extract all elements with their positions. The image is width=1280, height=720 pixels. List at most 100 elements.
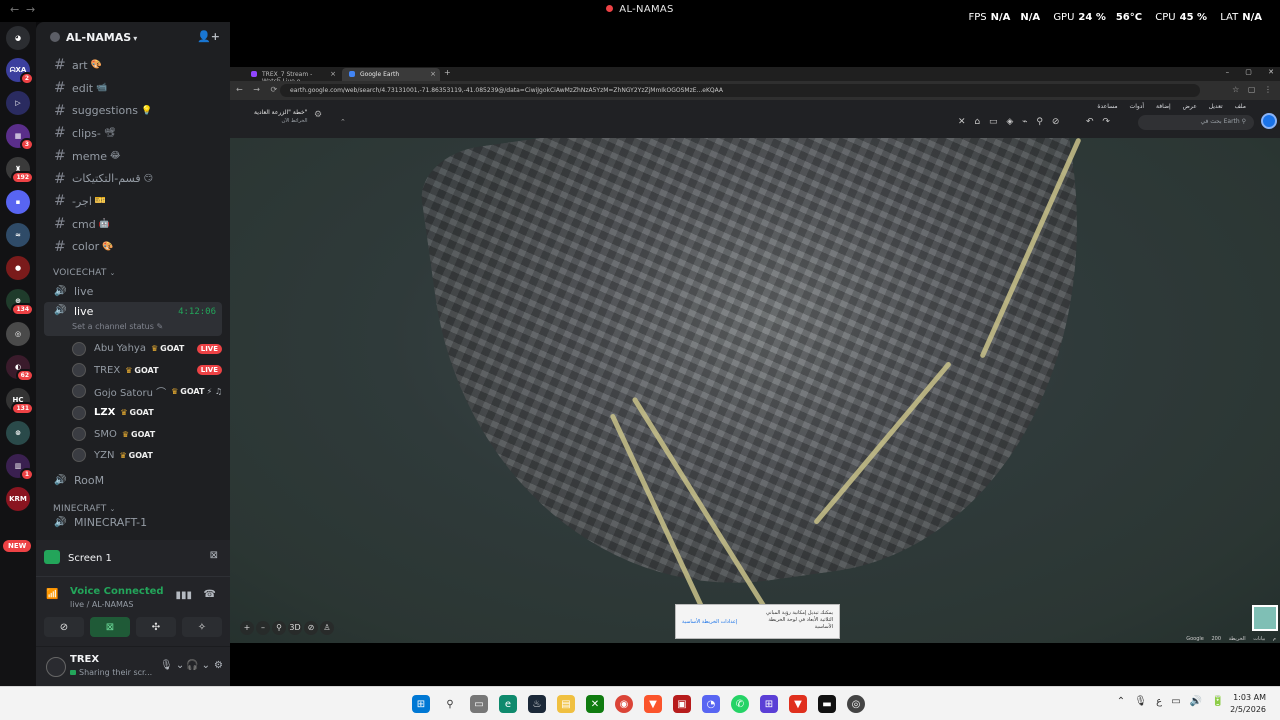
earth-menu-item[interactable]: إضافة [1156,103,1171,110]
text-channel[interactable]: # suggestions 💡 [44,99,222,122]
voice-channel-minecraft[interactable]: 🔊 MINECRAFT-1 [44,516,222,530]
server-icon[interactable]: ≈ [6,223,30,247]
language-indicator[interactable]: ع [1156,696,1162,707]
map-style-thumbnail[interactable] [1252,605,1278,631]
browser-toolbar-icons[interactable]: ☆ ▢ ⋮ [1232,85,1272,94]
voice-member[interactable]: LZX GOAT [72,402,230,423]
taskview-icon[interactable]: ▭ [470,695,488,713]
activities-button[interactable]: ✣ [136,617,176,637]
chrome-icon[interactable]: ◉ [615,695,633,713]
earth-menu-item[interactable]: ملف [1235,103,1246,110]
avatar[interactable] [1261,113,1277,129]
grid-app-icon[interactable]: ⊞ [760,695,778,713]
voice-member[interactable]: TREX GOAT LIVE [72,359,230,380]
voice-connected-label[interactable]: Voice Connected [70,586,164,597]
channel-status[interactable]: Set a channel status ✎ [72,322,163,331]
server-icon[interactable]: ◎ [6,322,30,346]
server-icon[interactable]: ▥ 1 [6,454,34,481]
person-icon[interactable]: ⚲ [272,621,286,635]
soundboard-button[interactable]: ✧ [182,617,222,637]
gear-icon[interactable]: ⚙ [314,110,322,120]
app-icon[interactable]: ▣ [673,695,691,713]
text-channel[interactable]: # -اجر 🎫 [44,190,222,213]
xbox-icon[interactable]: ✕ [586,695,604,713]
close-icon[interactable]: × [330,70,336,78]
start-icon[interactable]: ⊞ [412,695,430,713]
server-icon[interactable]: ▷ [6,91,30,115]
microphone-icon[interactable]: 🎙 ⌄ [160,660,184,671]
brave-icon[interactable]: ▼ [789,695,807,713]
compass-icon[interactable]: ⊘ [304,621,318,635]
earth-menu-item[interactable]: أدوات [1130,103,1145,110]
server-icon[interactable]: ♜ 192 [6,157,34,184]
tab-twitch[interactable]: TREX_7 Stream - Watch Live o× [244,68,340,85]
new-badge[interactable]: NEW [3,540,32,552]
edge-icon[interactable]: e [499,695,517,713]
zoom-in-icon[interactable]: + [240,621,254,635]
search-icon[interactable]: ⚲ [441,695,459,713]
avatar[interactable] [46,657,66,677]
url-input[interactable]: earth.google.com/web/search/4.73131001,-… [280,84,1200,97]
server-icon[interactable]: KRM [6,487,30,511]
chevron-up-icon[interactable]: ⌃ [340,118,346,126]
file-explorer-icon[interactable]: ▤ [557,695,575,713]
stream-button[interactable]: ⊠ [90,617,130,637]
category-minecraft[interactable]: MINECRAFT ⌄ [53,504,230,514]
server-header[interactable]: AL-NAMAS ▾ 👤+ [36,22,230,54]
obs-icon[interactable]: ◎ [847,695,865,713]
whatsapp-icon[interactable]: ✆ [731,695,749,713]
server-icon[interactable]: HC 131 [6,388,34,415]
notice-link[interactable]: إعدادات الخريطة الأساسية [682,619,737,626]
zoom-out-icon[interactable]: – [256,621,270,635]
voice-member[interactable]: Abu Yahya GOAT LIVE [72,338,230,359]
earth-tool-icons[interactable]: ✕ ⌂ ▭ ◈ ⌁ ⚲ ⊘ ↶ ↷ [958,117,1110,127]
voice-member[interactable]: Gojo Satoru ⌒ GOAT⚡ ♫ [72,381,230,402]
discord-home-icon[interactable]: ◕ [6,26,30,50]
text-channel[interactable]: # color 🎨 [44,236,222,259]
server-icon[interactable]: ⊕ 134 [6,289,34,316]
project-title[interactable]: خطة "الزرعة العادية" الخرائط الآن [254,108,307,126]
close-icon[interactable]: × [430,70,436,78]
text-channel[interactable]: # cmd 🤖 [44,213,222,236]
headphones-icon[interactable]: 🎧 ⌄ [186,660,210,671]
earth-3d-map[interactable]: + – ⚲ 3D ⊘ ♙ يمكنك تبديل إمكانية رؤية المباني… [230,138,1280,643]
brave-icon[interactable]: ▼ [644,695,662,713]
voice-channel-path[interactable]: live / AL-NAMAS [70,600,133,609]
voice-channel-live-active[interactable]: 🔊 live 4:12:06 Set a channel status ✎ [44,302,222,337]
server-icon[interactable]: ᗣXA 2 [6,58,34,85]
system-tray[interactable]: ⌃ 🎙 ع ▭ 🔊 🔋 [1117,696,1224,707]
stream-view[interactable]: TREX_7 Stream - Watch Live o× Google Ear… [230,22,1280,686]
discord-icon[interactable]: ◔ [702,695,720,713]
server-icon[interactable]: ● [6,256,30,280]
camera-off-button[interactable]: ⊘ [44,617,84,637]
terminal-icon[interactable]: ▬ [818,695,836,713]
earth-menu-item[interactable]: مساعدة [1097,103,1117,110]
steam-icon[interactable]: ♨ [528,695,546,713]
text-channel[interactable]: # edit 📹 [44,77,222,100]
signal-icon[interactable]: 📶 [46,589,58,600]
text-channel[interactable]: # clips- 📽 [44,122,222,145]
voice-channel-room[interactable]: 🔊 RooM [44,470,222,492]
streetview-icon[interactable]: ♙ [320,621,334,635]
stop-share-icon[interactable]: ⊠ [210,550,218,561]
3d-toggle[interactable]: 3D [288,621,302,635]
text-channel[interactable]: # قسم-التكتيكات 😏 [44,167,222,190]
server-icon[interactable]: ◐ 62 [6,355,34,382]
server-icon[interactable]: ⊚ [6,421,30,445]
text-channel[interactable]: # art 🎨 [44,54,222,77]
earth-search-input[interactable]: بحث في Earth ⚲ [1138,115,1254,130]
disconnect-icon[interactable]: ☎ [204,589,216,600]
gear-icon[interactable]: ⚙ [214,660,223,671]
new-tab-icon[interactable]: + [444,68,451,77]
server-icon[interactable]: ▦ 3 [6,124,34,151]
server-icon[interactable]: ▪ [6,190,30,214]
voice-member[interactable]: YZN GOAT [72,445,230,466]
username[interactable]: TREX [70,654,99,665]
tab-google-earth[interactable]: Google Earth × [342,68,440,81]
voice-channel-live[interactable]: 🔊 live [44,280,222,302]
nav-buttons[interactable]: ← → ⟳ [236,85,277,94]
voice-member[interactable]: SMO GOAT [72,423,230,444]
add-member-icon[interactable]: 👤+ [197,30,220,43]
earth-menu-item[interactable]: تعديل [1209,103,1223,110]
map-controls[interactable]: + – ⚲ 3D ⊘ ♙ [240,621,336,635]
